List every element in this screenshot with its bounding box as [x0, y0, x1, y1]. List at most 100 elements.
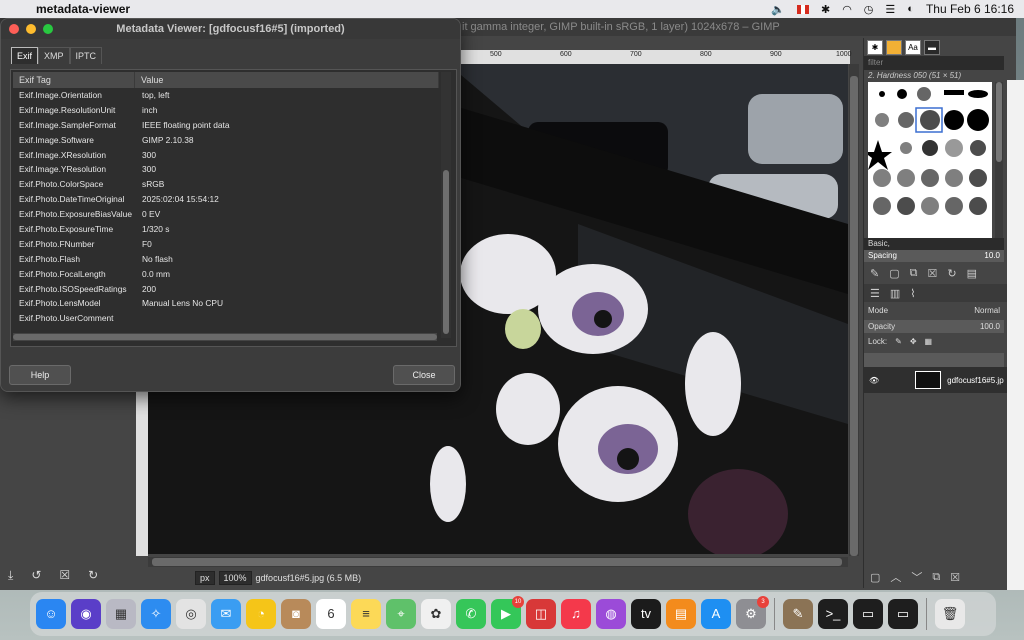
channels-tab-icon[interactable]: ▥ — [890, 287, 900, 300]
photobooth-icon[interactable]: ◫ — [526, 599, 556, 629]
close-button[interactable]: Close — [393, 365, 455, 385]
open-brush-icon[interactable]: ▤ — [967, 267, 977, 280]
table-row[interactable]: Exif.Image.Software GIMP 2.10.38 — [13, 133, 439, 148]
table-horizontal-scrollbar[interactable] — [13, 333, 437, 341]
clock-icon[interactable]: ◷ — [864, 3, 874, 16]
appstore-icon[interactable]: A — [701, 599, 731, 629]
spacing-slider[interactable]: Spacing 10.0 — [864, 250, 1004, 262]
minimize-window-button[interactable] — [26, 24, 36, 34]
layers-tab-icon[interactable]: ☰ — [870, 287, 880, 300]
delete-layer-icon[interactable]: ☒ — [950, 571, 960, 584]
control-center-icon[interactable]: ☰ — [885, 3, 895, 16]
siri-icon[interactable]: ◉ — [71, 599, 101, 629]
calendar-icon[interactable]: 6 — [316, 599, 346, 629]
table-vertical-scrollbar[interactable] — [441, 72, 451, 338]
table-row[interactable]: Exif.Photo.UserComment — [13, 311, 439, 326]
spacing-value[interactable]: 10.0 — [984, 250, 1000, 262]
table-row[interactable]: Exif.Photo.Flash No flash — [13, 252, 439, 267]
notes-icon[interactable]: ≡ — [351, 599, 381, 629]
gimp-icon[interactable]: ✎ — [783, 599, 813, 629]
duplicate-brush-icon[interactable]: ⧉ — [910, 267, 918, 280]
lock-position-icon[interactable]: ✥ — [910, 337, 917, 346]
brush-grid[interactable] — [864, 82, 992, 258]
bluetooth-icon[interactable]: ✱ — [821, 3, 830, 16]
table-row[interactable]: Exif.Image.ResolutionUnit inch — [13, 103, 439, 118]
table-row[interactable]: Exif.Image.YResolution 300 — [13, 162, 439, 177]
photos-icon[interactable]: ✿ — [421, 599, 451, 629]
table-row[interactable]: Exif.Image.XResolution 300 — [13, 148, 439, 163]
edit-brush-icon[interactable]: ✎ — [870, 267, 879, 280]
canvas-horizontal-scrollbar[interactable] — [148, 557, 848, 567]
zoom-select[interactable]: 100% — [218, 571, 252, 585]
unit-select[interactable]: px — [195, 571, 215, 585]
help-button[interactable]: Help — [9, 365, 71, 385]
maps-icon[interactable]: ⌖ — [386, 599, 416, 629]
duplicate-layer-icon[interactable]: ⧉ — [932, 571, 940, 584]
canvas-vertical-scrollbar[interactable] — [849, 64, 859, 556]
new-brush-icon[interactable]: ▢ — [889, 267, 899, 280]
terminal-icon-2[interactable]: ▭ — [853, 599, 883, 629]
books-icon[interactable]: ▤ — [666, 599, 696, 629]
tab-xmp[interactable]: XMP — [38, 47, 70, 64]
delete-brush-icon[interactable]: ☒ — [927, 267, 937, 280]
messages-icon[interactable]: ✆ — [456, 599, 486, 629]
table-row[interactable]: Exif.Photo.ExposureBiasValue 0 EV — [13, 207, 439, 222]
table-row[interactable]: Exif.Image.Orientation top, left — [13, 88, 439, 103]
app-name-menu[interactable]: metadata-viewer — [36, 2, 130, 16]
lock-pixels-icon[interactable]: ✎ — [895, 337, 902, 346]
brush-filter-input[interactable]: filter — [864, 56, 1004, 70]
safari-icon[interactable]: ✧ — [141, 599, 171, 629]
table-row[interactable]: Exif.Photo.FNumber F0 — [13, 237, 439, 252]
tab-exif[interactable]: Exif — [11, 47, 39, 64]
lower-layer-icon[interactable]: ﹀ — [911, 569, 922, 585]
table-row[interactable]: Exif.Photo.LensModel Manual Lens No CPU — [13, 296, 439, 311]
contacts-icon[interactable]: ◙ — [281, 599, 311, 629]
wifi-icon[interactable]: ◠ — [842, 3, 852, 16]
column-header-tag[interactable]: Exif Tag — [13, 72, 135, 88]
table-row[interactable]: Exif.Photo.ColorSpace sRGB — [13, 177, 439, 192]
paths-tab-icon[interactable]: ⌇ — [910, 287, 915, 300]
tab-iptc[interactable]: IPTC — [69, 47, 103, 64]
mode-select[interactable]: Normal — [974, 306, 1000, 315]
restore-icon[interactable]: ↺ — [31, 568, 41, 583]
table-row[interactable]: Exif.Photo.DateTimeOriginal 2025:02:04 15… — [13, 192, 439, 207]
patterns-tab-icon[interactable] — [886, 40, 902, 55]
new-layer-icon[interactable]: ▢ — [870, 571, 880, 584]
facetime-icon[interactable]: ▶ 10 — [491, 596, 524, 629]
menubar-clock[interactable]: Thu Feb 6 16:16 — [926, 2, 1014, 16]
table-row[interactable]: Exif.Photo.ExposureTime 1/320 s — [13, 222, 439, 237]
terminal-icon-3[interactable]: ▭ — [888, 599, 918, 629]
tv-icon[interactable]: tv — [631, 599, 661, 629]
save-tool-preset-icon[interactable]: ⤓ — [8, 568, 13, 583]
chrome-icon[interactable]: ◎ — [176, 599, 206, 629]
column-header-value[interactable]: Value — [135, 72, 439, 88]
refresh-brushes-icon[interactable]: ↻ — [947, 267, 956, 280]
lock-alpha-icon[interactable]: ▦ — [925, 337, 933, 346]
zoom-window-button[interactable] — [43, 24, 53, 34]
history-tab-icon[interactable]: ▬ — [924, 40, 940, 55]
fonts-tab-icon[interactable]: Aa — [905, 40, 921, 55]
cyberduck-icon[interactable]: ◔ — [246, 599, 276, 629]
music-icon[interactable]: ♫ — [561, 599, 591, 629]
terminal-icon[interactable]: >_ — [818, 599, 848, 629]
table-row[interactable]: Exif.Image.SampleFormat IEEE floating poi… — [13, 118, 439, 133]
podcasts-icon[interactable]: ◍ — [596, 599, 626, 629]
close-window-button[interactable] — [9, 24, 19, 34]
launchpad-icon[interactable]: ▦ — [106, 599, 136, 629]
delete-icon[interactable]: ☒ — [59, 568, 70, 583]
opacity-value[interactable]: 100.0 — [980, 322, 1000, 331]
settings-icon[interactable]: ⚙ 3 — [736, 596, 769, 629]
table-row[interactable]: Exif.Photo.FocalLength 0.0 mm — [13, 267, 439, 282]
reset-icon[interactable]: ↻ — [88, 568, 98, 583]
dialog-title-bar[interactable]: Metadata Viewer: [gdfocusf16#5] (importe… — [1, 19, 460, 39]
layer-name[interactable]: gdfocusf16#5.jp — [947, 376, 1004, 385]
brush-preset-select[interactable]: Basic, — [864, 238, 1004, 250]
input-source-flag-icon[interactable] — [796, 4, 809, 14]
volume-icon[interactable]: 🔈 — [771, 3, 785, 16]
opacity-slider[interactable]: Opacity 100.0 — [864, 320, 1004, 333]
mail-icon[interactable]: ✉ — [211, 599, 241, 629]
brushes-tab-icon[interactable]: ✱ — [867, 40, 883, 55]
user-icon[interactable]: ◐ — [907, 3, 914, 15]
trash-icon[interactable]: 🗑 — [935, 599, 965, 629]
finder-icon[interactable]: ☺ — [36, 599, 66, 629]
